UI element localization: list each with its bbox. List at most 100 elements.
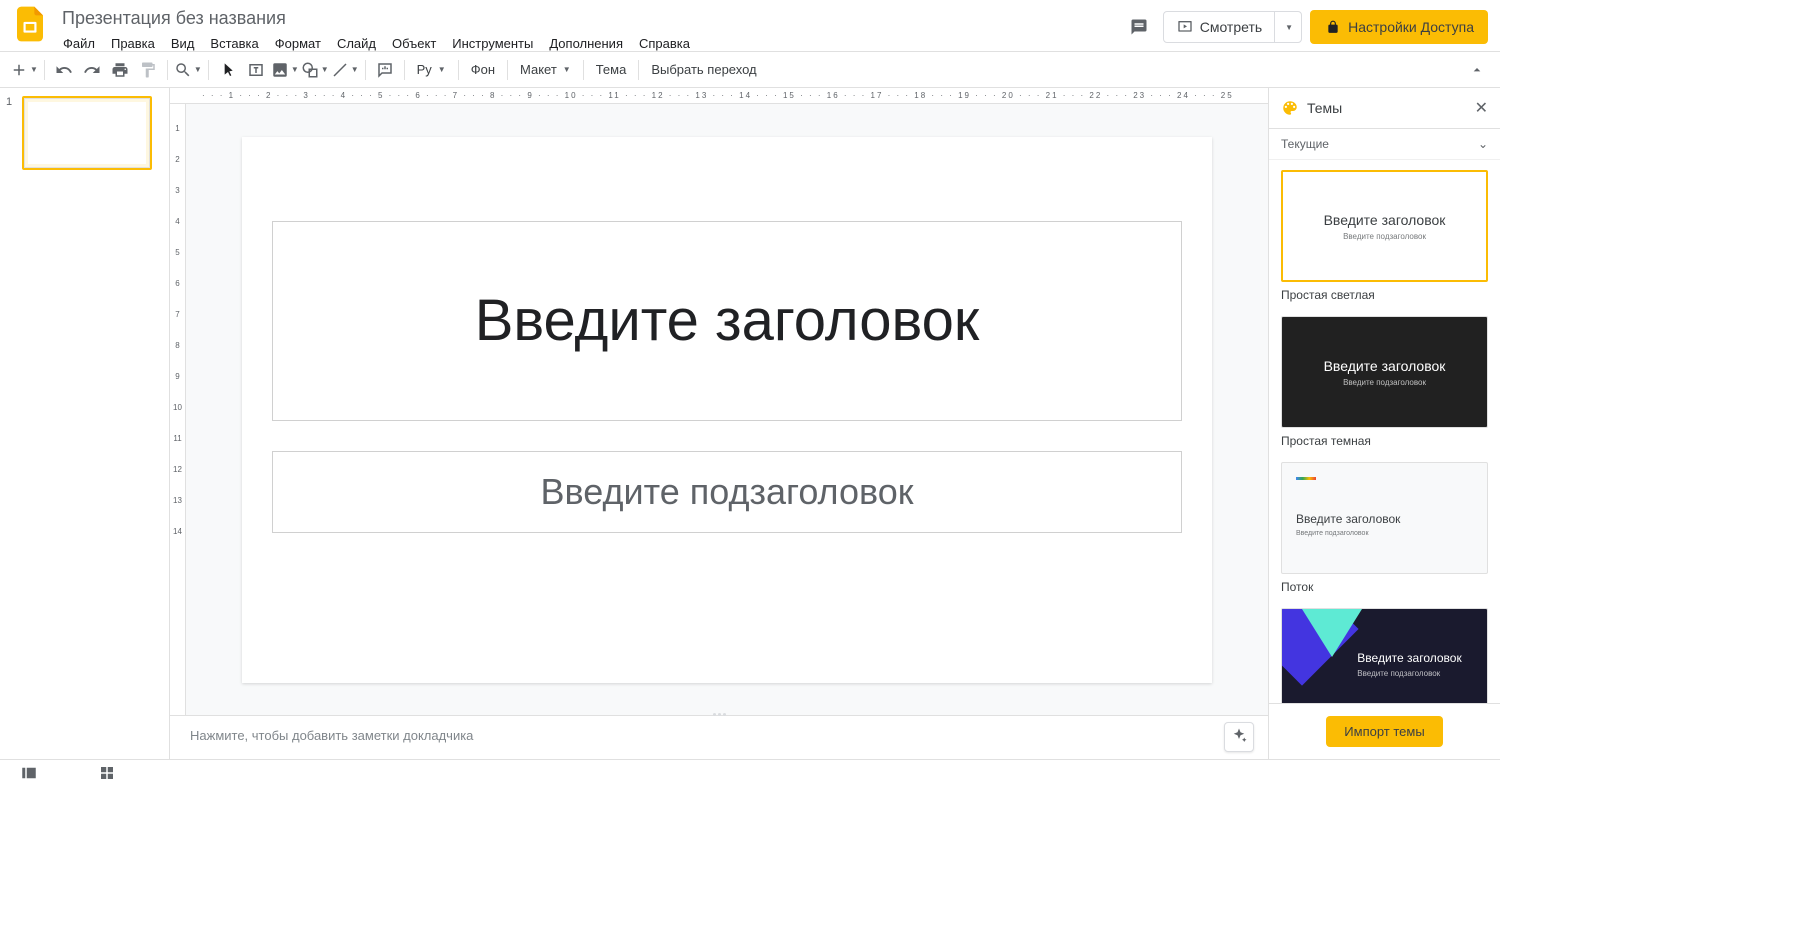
menu-format[interactable]: Формат — [268, 33, 328, 54]
image-tool[interactable]: ▼ — [271, 57, 299, 83]
shape-tool[interactable]: ▼ — [301, 57, 329, 83]
chevron-down-icon: ▼ — [30, 65, 38, 74]
menu-addons[interactable]: Дополнения — [542, 33, 630, 54]
slides-logo[interactable] — [12, 6, 48, 42]
print-button[interactable] — [107, 57, 133, 83]
menu-file[interactable]: Файл — [56, 33, 102, 54]
collapse-toolbar-button[interactable] — [1464, 57, 1490, 83]
separator — [404, 60, 405, 80]
input-language-label: Ру — [417, 62, 432, 77]
theme-simple-dark[interactable]: Введите заголовок Введите подзаголовок П… — [1281, 316, 1488, 448]
layout-label: Макет — [520, 62, 557, 77]
share-button[interactable]: Настройки Доступа — [1310, 10, 1488, 44]
chevron-down-icon: ⌄ — [1478, 137, 1488, 151]
themes-footer: Импорт темы — [1269, 703, 1500, 759]
input-language-button[interactable]: Ру▼ — [411, 57, 452, 83]
explore-button[interactable] — [1224, 722, 1254, 752]
separator — [167, 60, 168, 80]
redo-button[interactable] — [79, 57, 105, 83]
select-tool[interactable] — [215, 57, 241, 83]
theme-name: Простая темная — [1281, 434, 1488, 448]
theme-simple-light[interactable]: Введите заголовок Введите подзаголовок П… — [1281, 170, 1488, 302]
bottom-bar — [0, 759, 1500, 789]
chevron-down-icon: ▼ — [563, 65, 571, 74]
line-tool[interactable]: ▼ — [331, 57, 359, 83]
themes-panel: Темы ✕ Текущие ⌄ Введите заголовок Введи… — [1268, 88, 1500, 759]
grid-view-button[interactable] — [98, 764, 116, 785]
separator — [583, 60, 584, 80]
present-dropdown[interactable]: ▼ — [1274, 12, 1301, 42]
separator — [507, 60, 508, 80]
title-placeholder[interactable]: Введите заголовок — [272, 221, 1182, 421]
explore-icon — [1230, 727, 1248, 748]
themes-current-toggle[interactable]: Текущие ⌄ — [1269, 129, 1500, 160]
present-group: Смотреть ▼ — [1163, 11, 1302, 43]
theme-preview: Введите заголовок Введите подзаголовок — [1281, 462, 1488, 574]
chevron-down-icon: ▼ — [321, 65, 329, 74]
horizontal-ruler[interactable]: · · · 1 · · · 2 · · · 3 · · · 4 · · · 5 … — [170, 88, 1268, 104]
theme-preview: Введите заголовок Введите подзаголовок — [1281, 170, 1488, 282]
vertical-ruler[interactable]: 1234567891011121314 — [170, 104, 186, 715]
menu-object[interactable]: Объект — [385, 33, 443, 54]
theme-flow[interactable]: Введите заголовок Введите подзаголовок П… — [1281, 462, 1488, 594]
transition-button[interactable]: Выбрать переход — [645, 57, 762, 83]
themes-list: Введите заголовок Введите подзаголовок П… — [1269, 160, 1500, 703]
close-themes-button[interactable]: ✕ — [1475, 98, 1488, 118]
menu-tools[interactable]: Инструменты — [445, 33, 540, 54]
filmstrip-view-button[interactable] — [20, 764, 38, 785]
present-label: Смотреть — [1200, 19, 1262, 35]
menu-bar: Файл Правка Вид Вставка Формат Слайд Объ… — [56, 33, 1123, 54]
menu-slide[interactable]: Слайд — [330, 33, 383, 54]
present-icon — [1176, 18, 1194, 36]
slide-thumbnail-wrap: 1 — [6, 96, 163, 170]
theme-preview: Введите заголовок Введите подзаголовок — [1281, 608, 1488, 703]
separator — [208, 60, 209, 80]
filmstrip: 1 — [0, 88, 170, 759]
menu-insert[interactable]: Вставка — [203, 33, 265, 54]
title-area: Презентация без названия Файл Правка Вид… — [56, 6, 1123, 54]
lock-icon — [1324, 18, 1342, 36]
header-actions: Смотреть ▼ Настройки Доступа — [1123, 10, 1488, 44]
new-slide-button[interactable]: ▼ — [10, 57, 38, 83]
separator — [365, 60, 366, 80]
separator — [638, 60, 639, 80]
undo-button[interactable] — [51, 57, 77, 83]
themes-header: Темы ✕ — [1269, 88, 1500, 129]
menu-edit[interactable]: Правка — [104, 33, 162, 54]
chevron-down-icon: ▼ — [351, 65, 359, 74]
slide[interactable]: Введите заголовок Введите подзаголовок — [242, 137, 1212, 683]
notes-placeholder: Нажмите, чтобы добавить заметки докладчи… — [190, 728, 473, 743]
separator — [44, 60, 45, 80]
comment-tool[interactable] — [372, 57, 398, 83]
menu-help[interactable]: Справка — [632, 33, 697, 54]
canvas-body: 1234567891011121314 Введите заголовок Вв… — [170, 104, 1268, 715]
toolbar: ▼ ▼ ▼ ▼ ▼ Ру▼ Фон Макет ▼ Тема Выбрать пе… — [0, 52, 1500, 88]
theme-focus[interactable]: Введите заголовок Введите подзаголовок Ф… — [1281, 608, 1488, 703]
theme-preview: Введите заголовок Введите подзаголовок — [1281, 316, 1488, 428]
present-button[interactable]: Смотреть — [1164, 12, 1274, 42]
comment-icon — [1130, 18, 1148, 36]
themes-title: Темы — [1307, 100, 1467, 116]
import-theme-button[interactable]: Импорт темы — [1326, 716, 1442, 747]
main-area: 1 · · · 1 · · · 2 · · · 3 · · · 4 · · · … — [0, 88, 1500, 759]
palette-icon — [1281, 99, 1299, 117]
comments-button[interactable] — [1123, 11, 1155, 43]
layout-button[interactable]: Макет ▼ — [514, 57, 577, 83]
share-label: Настройки Доступа — [1348, 19, 1474, 35]
chevron-down-icon: ▼ — [1285, 23, 1293, 32]
menu-view[interactable]: Вид — [164, 33, 202, 54]
zoom-button[interactable]: ▼ — [174, 57, 202, 83]
document-title[interactable]: Презентация без названия — [56, 6, 292, 31]
subtitle-placeholder[interactable]: Введите подзаголовок — [272, 451, 1182, 533]
themes-current-label: Текущие — [1281, 137, 1329, 151]
separator — [458, 60, 459, 80]
notes-resize-handle[interactable] — [704, 713, 734, 719]
textbox-tool[interactable] — [243, 57, 269, 83]
theme-name: Поток — [1281, 580, 1488, 594]
speaker-notes[interactable]: Нажмите, чтобы добавить заметки докладчи… — [170, 715, 1268, 759]
background-button[interactable]: Фон — [465, 57, 501, 83]
slide-thumbnail[interactable] — [22, 96, 152, 170]
theme-button[interactable]: Тема — [590, 57, 633, 83]
slide-container[interactable]: Введите заголовок Введите подзаголовок — [186, 104, 1268, 715]
paint-format-button[interactable] — [135, 57, 161, 83]
